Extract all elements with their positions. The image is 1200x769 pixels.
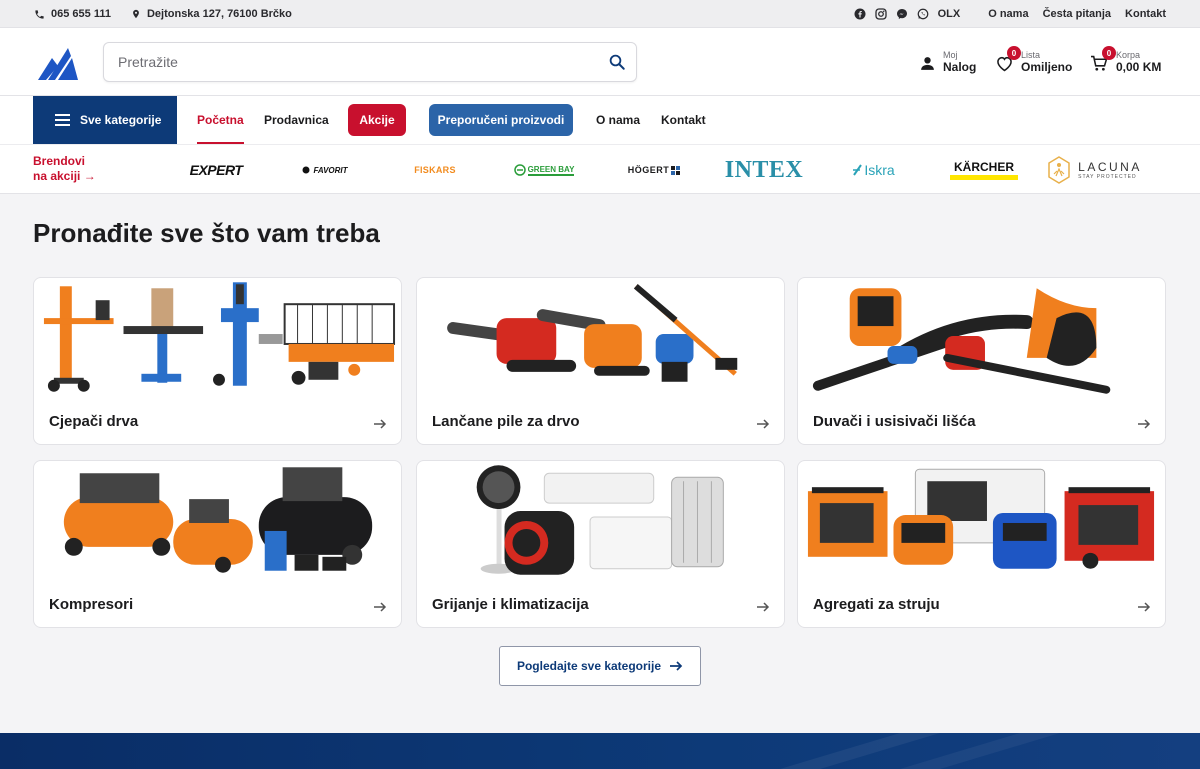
favorit-logo-icon — [302, 166, 310, 174]
arrow-right-icon — [1138, 419, 1151, 429]
search-input[interactable] — [118, 43, 598, 81]
whatsapp-icon[interactable] — [917, 8, 929, 20]
wishlist-label: Omiljeno — [1021, 60, 1073, 75]
messenger-icon[interactable] — [896, 8, 908, 20]
nav-link-contact[interactable]: Kontakt — [661, 96, 706, 144]
view-all-categories-button[interactable]: Pogledajte sve kategorije — [499, 646, 701, 686]
brand-lacuna[interactable]: LACUNA STAY PROTECTED — [1047, 145, 1143, 195]
nav-link-shop[interactable]: Prodavnica — [264, 96, 329, 144]
cart-count-badge: 0 — [1102, 46, 1116, 60]
category-title: Agregati za struju — [813, 596, 940, 613]
category-card-compressors[interactable]: Kompresori — [33, 460, 402, 628]
search-bar — [103, 42, 637, 82]
green-bay-logo-icon — [513, 164, 526, 176]
category-title: Grijanje i klimatizacija — [432, 596, 589, 613]
instagram-icon[interactable] — [874, 8, 887, 20]
brands-label-line2: na akciji → — [33, 169, 96, 183]
phone-number: 065 655 111 — [51, 8, 111, 20]
all-categories-label: Sve kategorije — [80, 113, 162, 127]
brand-green-bay[interactable]: GREEN BAY — [512, 145, 576, 195]
wishlist-count-badge: 0 — [1007, 46, 1021, 60]
footer-decoration — [780, 733, 1060, 769]
phone-icon — [35, 9, 44, 19]
arrow-right-icon — [1138, 602, 1151, 612]
karcher-yellow-bar — [950, 174, 1018, 180]
address-text: Dejtonska 127, 76100 Brčko — [146, 8, 292, 20]
heating-cooling-image — [476, 465, 724, 575]
topbar-right: OLX O nama Česta pitanja Kontakt — [854, 0, 1166, 28]
nav-link-home[interactable]: Početna — [197, 96, 244, 144]
brand-fiskars[interactable]: FISKARS — [406, 145, 464, 195]
brand-expert[interactable]: EXPERT — [186, 145, 246, 195]
view-all-categories-label: Pogledajte sve kategorije — [516, 659, 662, 673]
wishlist-button[interactable]: 0 Lista Omiljeno — [995, 46, 1073, 78]
brands-label-line1: Brendovi — [33, 154, 86, 168]
category-card-leaf-blowers[interactable]: Duvači i usisivači lišća — [797, 277, 1166, 445]
log-splitters-image — [43, 282, 396, 392]
leaf-blowers-image — [812, 288, 1111, 394]
nav-link-about[interactable]: O nama — [596, 96, 640, 144]
user-icon — [921, 56, 934, 70]
hamburger-icon — [55, 114, 70, 126]
account-button[interactable]: Moj Nalog — [919, 48, 976, 78]
contact-info: 065 655 111 Dejtonska 127, 76100 Brčko — [34, 0, 292, 28]
brand-hogert[interactable]: HÖGERT — [622, 145, 686, 195]
social-links: OLX — [854, 8, 961, 20]
category-title: Cjepači drva — [49, 413, 139, 430]
topbar-links: O nama Česta pitanja Kontakt — [988, 8, 1166, 20]
arrow-right-icon — [374, 602, 387, 612]
category-title: Lančane pile za drvo — [432, 413, 580, 430]
cart-button[interactable]: 0 Korpa 0,00 KM — [1090, 46, 1162, 78]
phone-item[interactable]: 065 655 111 — [34, 8, 111, 20]
cart-total: 0,00 KM — [1116, 60, 1162, 75]
location-pin-icon — [133, 9, 139, 19]
nav-recommended-button[interactable]: Preporučeni proizvodi — [429, 104, 573, 136]
topbar-link-faq[interactable]: Česta pitanja — [1043, 8, 1111, 20]
generators-image — [807, 468, 1155, 569]
lacuna-logo-icon — [1048, 156, 1070, 184]
logo[interactable] — [38, 46, 78, 80]
facebook-icon[interactable] — [854, 8, 866, 20]
topbar-link-about[interactable]: O nama — [988, 8, 1028, 20]
category-card-generators[interactable]: Agregati za struju — [797, 460, 1166, 628]
top-bar: 065 655 111 Dejtonska 127, 76100 Brčko O… — [0, 0, 1200, 28]
brand-intex[interactable]: INTEX — [718, 145, 810, 195]
category-title: Kompresori — [49, 596, 134, 613]
brand-favorit[interactable]: FAVORIT — [296, 145, 354, 195]
category-card-log-splitters[interactable]: Cjepači drva — [33, 277, 402, 445]
topbar-link-contact[interactable]: Kontakt — [1125, 8, 1166, 20]
iskra-logo-icon — [853, 164, 863, 176]
page-heading: Pronađite sve što vam treba — [33, 218, 380, 248]
site-header: Moj Nalog 0 Lista Omiljeno 0 Korpa 0,00 … — [0, 28, 1200, 96]
brand-karcher[interactable]: KÄRCHER — [948, 145, 1020, 195]
address-item[interactable]: Dejtonska 127, 76100 Brčko — [131, 8, 292, 20]
arrow-right-icon — [757, 602, 770, 612]
compressors-image — [63, 467, 373, 573]
arrow-right-icon — [374, 419, 387, 429]
olx-link[interactable]: OLX — [938, 8, 961, 20]
brands-strip: Brendovi na akciji → EXPERT FAVORIT FISK… — [0, 144, 1200, 194]
brands-on-sale-link[interactable]: Brendovi na akciji → — [33, 154, 96, 184]
brand-iskra[interactable]: Iskra — [846, 145, 902, 195]
arrow-right-icon — [757, 419, 770, 429]
category-card-heating-cooling[interactable]: Grijanje i klimatizacija — [416, 460, 785, 628]
hogert-logo-icon — [671, 165, 681, 175]
footer — [0, 733, 1200, 769]
category-card-chainsaws[interactable]: Lančane pile za drvo — [416, 277, 785, 445]
chainsaws-image — [447, 284, 738, 382]
search-icon[interactable] — [608, 53, 626, 71]
all-categories-button[interactable]: Sve kategorije — [33, 96, 177, 144]
nav-promo-button[interactable]: Akcije — [348, 104, 406, 136]
account-label: Nalog — [943, 60, 977, 75]
category-title: Duvači i usisivači lišća — [813, 413, 976, 430]
main-nav: Sve kategorije Početna Prodavnica Akcije… — [0, 96, 1200, 144]
arrow-right-icon — [670, 661, 683, 671]
